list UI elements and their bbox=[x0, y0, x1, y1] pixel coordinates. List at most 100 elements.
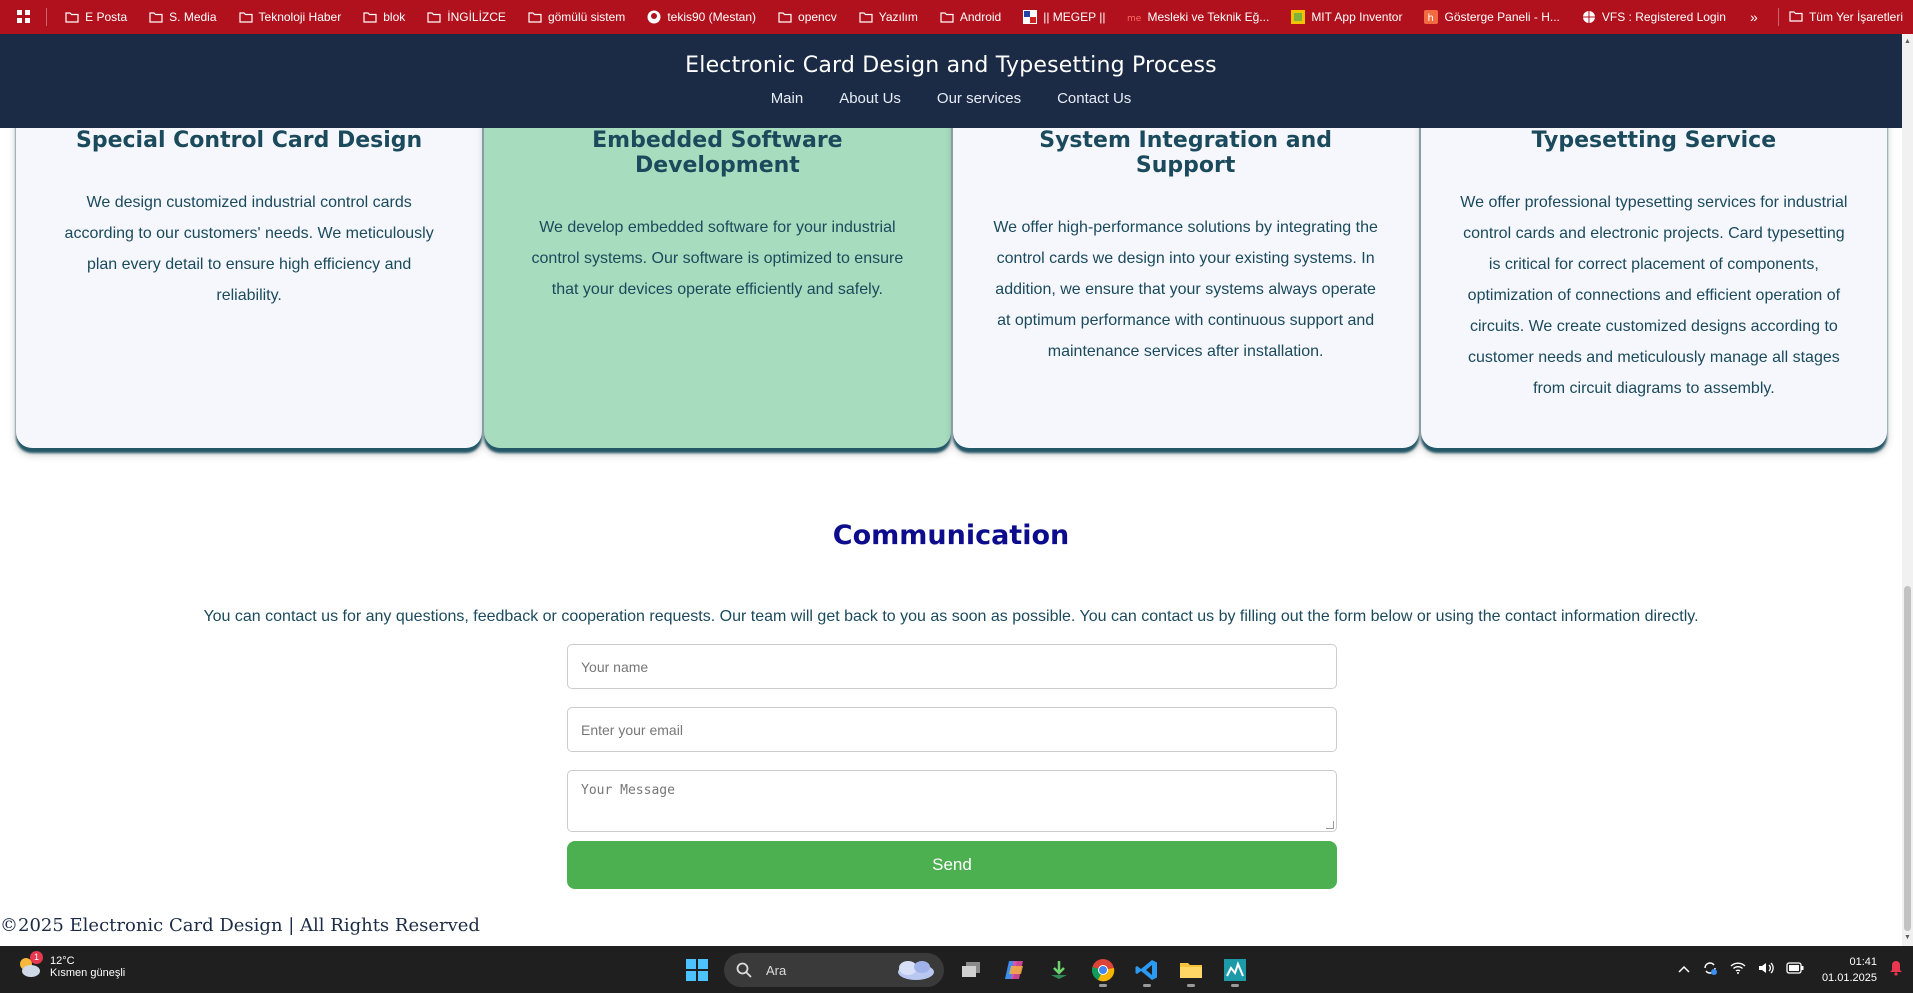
running-indicator bbox=[1143, 984, 1151, 987]
scrollbar-thumb[interactable] bbox=[1904, 586, 1911, 931]
search-icon bbox=[736, 962, 752, 978]
service-text: We offer professional typesetting servic… bbox=[1460, 194, 1848, 397]
battery-icon[interactable] bbox=[1786, 962, 1804, 977]
bookmark-label: tekis90 (Mestan) bbox=[667, 10, 757, 24]
bookmark-item[interactable]: İNGİLİZCE bbox=[419, 5, 514, 29]
file-explorer-icon[interactable] bbox=[1174, 953, 1208, 987]
bookmark-item[interactable]: || MEGEP || bbox=[1015, 5, 1113, 29]
service-card-highlighted[interactable]: Embedded Software Development We develop… bbox=[484, 100, 951, 448]
app-inventor-icon bbox=[1291, 10, 1306, 24]
clock[interactable]: 01:41 01.01.2025 bbox=[1822, 954, 1877, 986]
services-cards: Special Control Card Design We design cu… bbox=[16, 100, 1887, 448]
nav-our-services[interactable]: Our services bbox=[937, 90, 1021, 107]
folder-icon bbox=[363, 10, 377, 24]
wifi-icon[interactable] bbox=[1730, 962, 1746, 977]
system-tray: 01:41 01.01.2025 bbox=[1678, 946, 1903, 993]
nav-about-us[interactable]: About Us bbox=[839, 90, 901, 107]
copilot-icon[interactable] bbox=[998, 953, 1032, 987]
all-bookmarks-label: Tüm Yer İşaretleri bbox=[1808, 10, 1903, 24]
bookmark-item[interactable]: MIT App Inventor bbox=[1283, 5, 1410, 29]
task-view-icon[interactable] bbox=[954, 953, 988, 987]
sync-icon[interactable] bbox=[1702, 960, 1718, 979]
svg-text:h: h bbox=[1428, 13, 1434, 24]
email-placeholder: Enter your email bbox=[581, 721, 683, 738]
service-title: System Integration and Support bbox=[1039, 128, 1333, 178]
megep-icon bbox=[1023, 10, 1038, 24]
chart-app-icon[interactable] bbox=[1218, 953, 1252, 987]
all-bookmarks-button[interactable]: Tüm Yer İşaretleri bbox=[1789, 10, 1913, 24]
bookmark-label: gömülü sistem bbox=[547, 10, 626, 24]
nav-contact-us[interactable]: Contact Us bbox=[1057, 90, 1131, 107]
vscode-icon[interactable] bbox=[1130, 953, 1164, 987]
more-bookmarks-chevron-icon[interactable]: » bbox=[1740, 9, 1768, 25]
search-highlight-cloud-icon bbox=[892, 957, 938, 986]
svg-text:meb: meb bbox=[1127, 14, 1141, 24]
service-title: Typesetting Service bbox=[1531, 128, 1777, 153]
bookmark-item[interactable]: S. Media bbox=[141, 5, 224, 29]
page-scrollbar[interactable]: ▲ ▼ bbox=[1902, 34, 1913, 946]
bookmark-label: Yazılım bbox=[878, 10, 918, 24]
communication-title: Communication bbox=[832, 520, 1070, 551]
resize-grip-icon[interactable] bbox=[1326, 821, 1334, 829]
bookmark-item[interactable]: gömülü sistem bbox=[520, 5, 633, 29]
name-input[interactable]: Your name bbox=[567, 644, 1337, 689]
bookmarks-divider bbox=[46, 8, 48, 26]
running-indicator bbox=[1231, 984, 1239, 987]
folder-icon bbox=[65, 10, 79, 24]
bookmark-label: Mesleki ve Teknik Eğ... bbox=[1147, 10, 1270, 24]
service-title: Embedded Software Development bbox=[592, 128, 843, 178]
running-indicator bbox=[1099, 984, 1107, 987]
name-placeholder: Your name bbox=[581, 658, 649, 675]
scroll-up-arrow-icon[interactable]: ▲ bbox=[1903, 37, 1912, 47]
bookmark-label: İNGİLİZCE bbox=[447, 10, 506, 24]
bookmark-label: E Posta bbox=[85, 10, 128, 24]
bookmark-item[interactable]: meb Mesleki ve Teknik Eğ... bbox=[1119, 5, 1277, 29]
bookmark-item[interactable]: opencv bbox=[770, 5, 845, 29]
notification-bell-icon[interactable] bbox=[1889, 960, 1903, 979]
communication-description: You can contact us for any questions, fe… bbox=[203, 608, 1699, 625]
bookmark-item[interactable]: blok bbox=[355, 5, 413, 29]
folder-icon bbox=[859, 10, 873, 24]
site-title: Electronic Card Design and Typesetting P… bbox=[685, 53, 1217, 78]
clock-time: 01:41 bbox=[1849, 955, 1877, 968]
bookmarks-divider-right bbox=[1777, 8, 1779, 26]
folder-icon bbox=[238, 10, 253, 24]
show-hidden-icons-chevron-icon[interactable] bbox=[1678, 964, 1690, 976]
send-button[interactable]: Send bbox=[567, 841, 1337, 889]
bookmark-label: opencv bbox=[798, 10, 837, 24]
bookmark-item[interactable]: tekis90 (Mestan) bbox=[639, 5, 764, 29]
bookmark-label: Teknoloji Haber bbox=[258, 10, 342, 24]
folder-icon bbox=[778, 10, 792, 24]
folder-icon bbox=[1789, 10, 1803, 24]
service-card: Typesetting Service We offer professiona… bbox=[1420, 100, 1887, 448]
bookmark-item[interactable]: h Gösterge Paneli - H... bbox=[1416, 5, 1567, 29]
weather-description: Kısmen güneşli bbox=[50, 967, 126, 979]
email-input[interactable]: Enter your email bbox=[567, 707, 1337, 752]
bookmark-item[interactable]: E Posta bbox=[57, 5, 135, 29]
bookmark-item[interactable]: Teknoloji Haber bbox=[231, 5, 350, 29]
chrome-icon[interactable] bbox=[1086, 953, 1120, 987]
scroll-down-arrow-icon[interactable]: ▼ bbox=[1903, 933, 1912, 943]
github-icon bbox=[647, 10, 661, 24]
bookmark-item[interactable]: Android bbox=[932, 5, 1009, 29]
taskbar-search[interactable]: Ara bbox=[724, 953, 944, 987]
bookmark-label: Gösterge Paneli - H... bbox=[1444, 10, 1560, 24]
weather-temperature: 12°C bbox=[50, 955, 75, 967]
apps-grid-icon[interactable] bbox=[14, 0, 34, 34]
service-card: System Integration and Support We offer … bbox=[952, 100, 1419, 448]
windows-start-icon[interactable] bbox=[680, 953, 714, 987]
nav-main[interactable]: Main bbox=[771, 90, 804, 107]
site-nav: Main About Us Our services Contact Us bbox=[0, 90, 1902, 107]
bookmark-label: || MEGEP || bbox=[1043, 10, 1106, 24]
volume-icon[interactable] bbox=[1758, 961, 1774, 978]
bookmark-label: blok bbox=[383, 10, 406, 24]
weather-widget[interactable]: 1 12°C Kısmen güneşli bbox=[16, 951, 126, 980]
service-card: Special Control Card Design We design cu… bbox=[16, 100, 483, 448]
footer-copyright: ©2025 Electronic Card Design | All Right… bbox=[0, 915, 480, 936]
message-textarea[interactable]: Your Message bbox=[567, 770, 1337, 832]
weather-notification-badge: 1 bbox=[30, 951, 43, 964]
bookmark-item[interactable]: Yazılım bbox=[851, 5, 926, 29]
bookmark-item[interactable]: VFS : Registered Login bbox=[1574, 5, 1734, 29]
windows-taskbar: 1 12°C Kısmen güneşli Ara 01:41 01.01.20… bbox=[0, 946, 1913, 993]
download-app-icon[interactable] bbox=[1042, 953, 1076, 987]
